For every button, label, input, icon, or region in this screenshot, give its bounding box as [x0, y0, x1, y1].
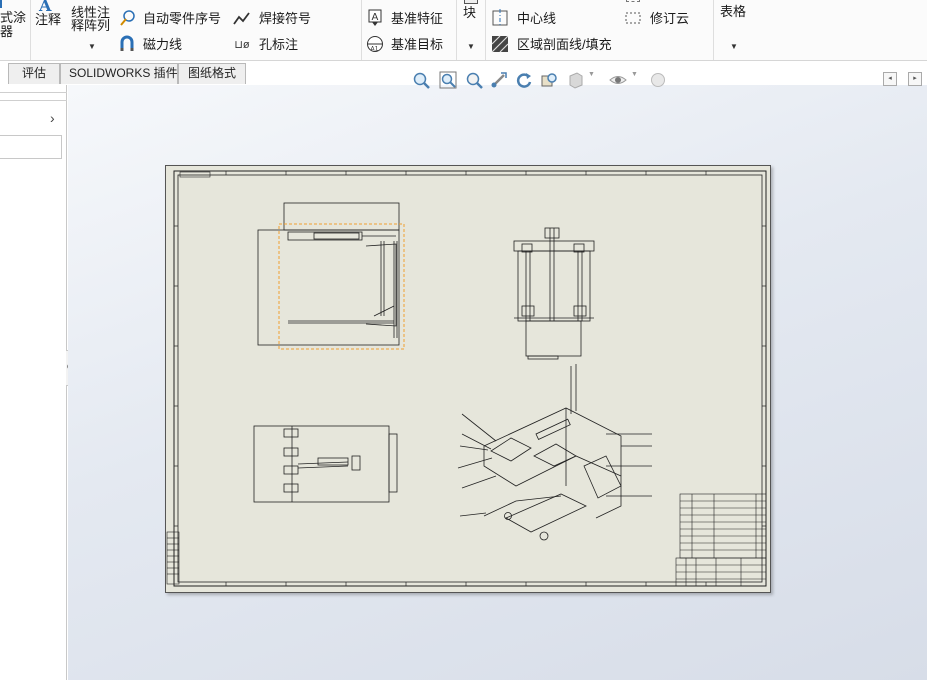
tab-evaluate[interactable]: 评估	[8, 63, 60, 84]
format-painter-icon[interactable]	[0, 0, 8, 8]
partial-top-icon	[626, 0, 640, 2]
hole-callout-label: 孔标注	[259, 37, 299, 52]
chevron-down-icon[interactable]: ▼	[588, 71, 595, 78]
magnetic-line-label: 磁力线	[143, 37, 183, 52]
zoom-area-icon[interactable]	[438, 70, 458, 90]
zone-ticks	[174, 171, 766, 586]
left-revision-block	[166, 531, 180, 585]
weld-symbol-icon	[233, 9, 251, 27]
block-label: 块	[463, 5, 477, 20]
pan-icon[interactable]	[489, 70, 509, 90]
zoom-to-fit-icon[interactable]	[411, 70, 431, 90]
area-hatch-icon	[491, 35, 509, 53]
appearance-icon[interactable]	[648, 70, 668, 90]
sheet-inner-border	[177, 174, 763, 583]
panel-divider	[0, 92, 67, 93]
note-label: 注释	[35, 12, 62, 27]
revision-cloud-button[interactable]: 修订云	[624, 9, 704, 27]
isometric-view[interactable]	[457, 364, 652, 541]
drawing-canvas[interactable]	[166, 166, 772, 594]
datum-feature-icon: A	[366, 9, 384, 27]
command-manager-ribbon: 式涂 器 A 注释 线性注 释阵列 ▼ 自动零件序号 磁力线 焊接符号 ⊔ø 孔…	[0, 0, 927, 61]
hide-show-icon[interactable]	[608, 70, 628, 90]
revision-cloud-icon	[624, 9, 642, 27]
block-button[interactable]: 块 ▼	[458, 0, 484, 58]
panel-expand-arrow-row[interactable]: ›	[0, 105, 67, 131]
datum-target-icon: A1	[366, 35, 384, 53]
chevron-down-icon[interactable]: ▼	[631, 71, 638, 78]
panel-divider	[0, 100, 67, 101]
title-block	[675, 493, 767, 587]
block-icon	[464, 0, 478, 4]
hole-callout-icon: ⊔ø	[234, 38, 250, 51]
magnet-icon	[118, 35, 136, 53]
feature-manager-panel: ›	[0, 85, 67, 680]
chevron-down-icon[interactable]: ▼	[88, 42, 96, 51]
zoom-in-out-icon[interactable]	[464, 70, 484, 90]
panel-filter-field[interactable]	[0, 135, 62, 159]
view-selection-box[interactable]	[278, 223, 405, 350]
revision-cloud-label: 修订云	[650, 11, 690, 26]
side-view[interactable]	[513, 227, 595, 360]
weld-symbol-label: 焊接符号	[259, 11, 312, 26]
rotate-icon[interactable]	[514, 70, 534, 90]
centerline-label: 中心线	[517, 11, 557, 26]
centerline-icon	[491, 9, 509, 27]
area-hatch-label: 区域剖面线/填充	[517, 37, 612, 52]
previous-view-icon[interactable]	[539, 70, 559, 90]
auto-balloon-icon	[118, 9, 136, 27]
table-label: 表格	[720, 4, 747, 19]
svg-text:A: A	[372, 12, 379, 23]
datum-target-label: 基准目标	[391, 37, 444, 52]
datum-feature-label: 基准特征	[391, 11, 444, 26]
weld-symbol-button[interactable]: 焊接符号	[233, 9, 333, 27]
chevron-down-icon[interactable]: ▼	[467, 42, 475, 51]
top-view[interactable]	[253, 425, 398, 503]
restore-left-icon[interactable]: ◂	[883, 72, 897, 86]
auto-balloon-label: 自动零件序号	[143, 11, 222, 26]
linear-note-pattern-button[interactable]: 线性注 释阵列 ▼	[68, 0, 114, 58]
sheet-border	[173, 170, 767, 587]
table-button[interactable]: 表格 ▼	[716, 0, 756, 58]
linear-note-label-2: 释阵列	[71, 18, 111, 33]
datum-feature-button[interactable]: A 基准特征	[366, 9, 456, 27]
drawing-number-box	[179, 171, 211, 178]
magnetic-line-button[interactable]: 磁力线	[118, 35, 198, 53]
area-hatch-button[interactable]: 区域剖面线/填充	[491, 35, 621, 53]
tab-solidworks-addins[interactable]: SOLIDWORKS 插件	[60, 63, 178, 84]
note-button[interactable]: A 注释	[33, 0, 65, 40]
tab-sheet-format[interactable]: 图纸格式	[178, 63, 246, 84]
svg-text:A1: A1	[371, 46, 379, 53]
hole-callout-button[interactable]: ⊔ø 孔标注	[233, 35, 313, 53]
chevron-right-icon[interactable]: ›	[50, 110, 55, 126]
display-style-icon[interactable]	[566, 70, 586, 90]
drawing-sheet[interactable]	[165, 165, 771, 593]
partial-format-painter-label-2[interactable]: 器	[0, 24, 13, 39]
restore-right-icon[interactable]: ▸	[908, 72, 922, 86]
chevron-down-icon[interactable]: ▼	[730, 42, 738, 51]
datum-target-button[interactable]: A1 基准目标	[366, 35, 456, 53]
partial-format-painter-label[interactable]: 式涂	[0, 10, 26, 25]
centerline-button[interactable]: 中心线	[491, 9, 571, 27]
auto-balloon-button[interactable]: 自动零件序号	[118, 9, 228, 27]
